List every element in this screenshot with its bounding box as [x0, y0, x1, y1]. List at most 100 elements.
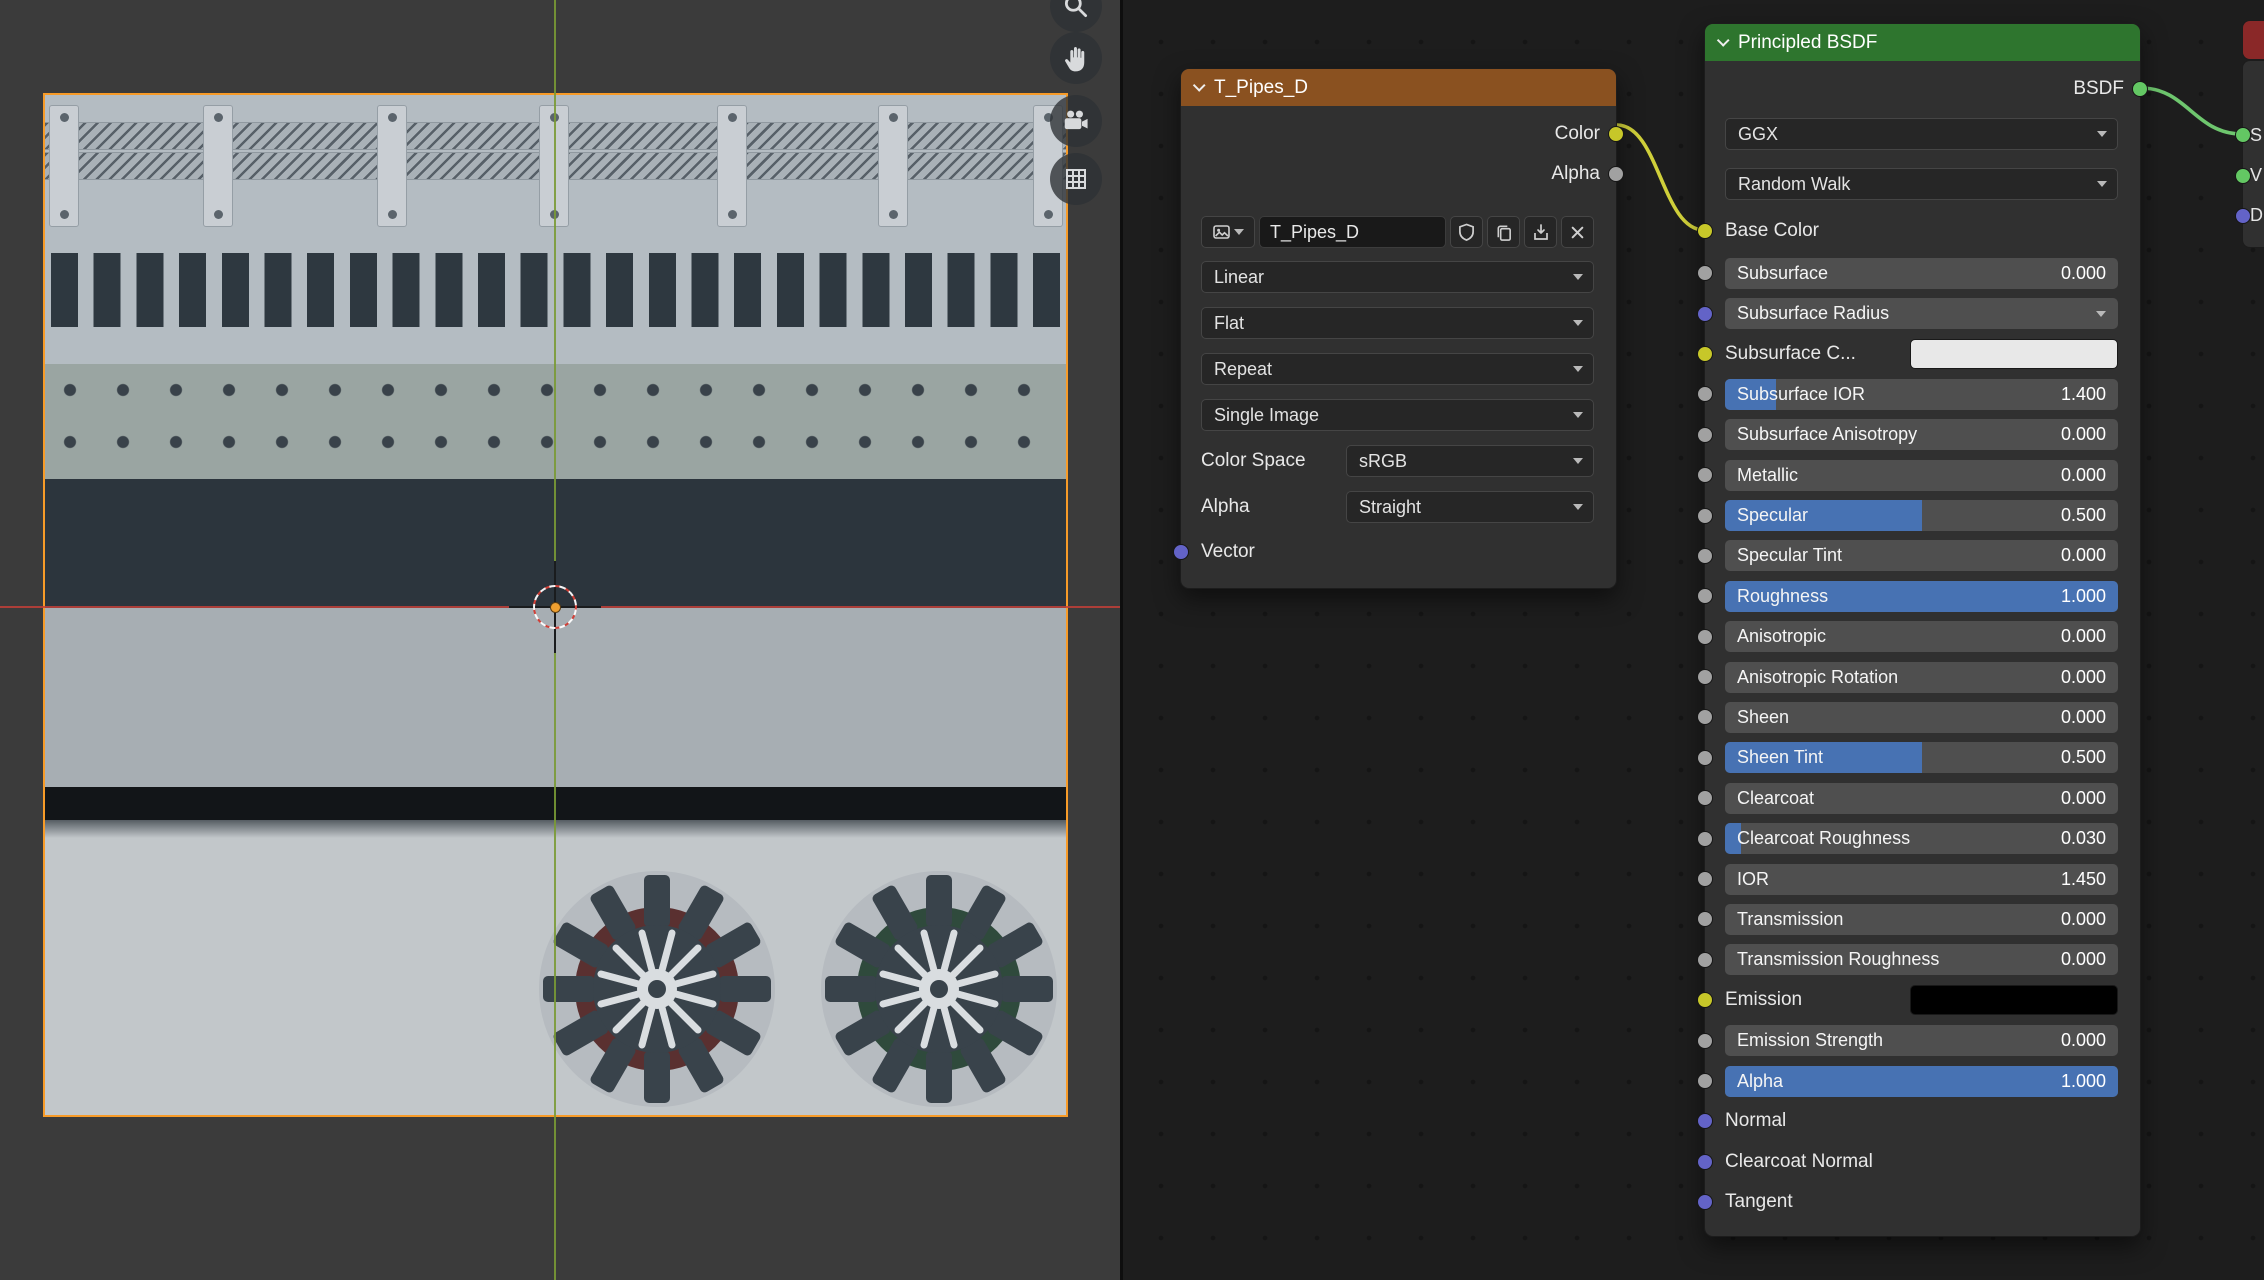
clearcoat-input-socket[interactable]	[1697, 790, 1713, 806]
subsurface-input-socket[interactable]	[1697, 265, 1713, 281]
anisotropic-rotation-input-socket[interactable]	[1697, 669, 1713, 685]
output-input-socket[interactable]	[2235, 127, 2251, 143]
alpha-slider[interactable]: Alpha1.000	[1725, 1066, 2118, 1097]
grid-toggle-button[interactable]	[1050, 153, 1102, 205]
projection-dropdown[interactable]: Flat	[1201, 307, 1594, 339]
sheen-tint-slider[interactable]: Sheen Tint0.500	[1725, 742, 2118, 773]
pack-image-button[interactable]	[1524, 216, 1557, 248]
material-output-node-header[interactable]	[2242, 20, 2264, 60]
alpha-input-socket[interactable]	[1697, 1073, 1713, 1089]
image-texture-node-header[interactable]: T_Pipes_D	[1181, 69, 1616, 106]
dropdown-value: Repeat	[1214, 359, 1272, 380]
subsurface-method-dropdown[interactable]: Random Walk	[1725, 168, 2118, 200]
subsurface-slider[interactable]: Subsurface0.000	[1725, 258, 2118, 289]
clearcoat-roughness-input-socket[interactable]	[1697, 831, 1713, 847]
normal-input-socket[interactable]	[1697, 1113, 1713, 1129]
emission-color-swatch[interactable]	[1910, 985, 2118, 1015]
shader-node-editor[interactable]: T_Pipes_D Color Alpha	[1123, 0, 2264, 1280]
emission-strength-slider[interactable]: Emission Strength0.000	[1725, 1025, 2118, 1056]
link-color-to-basecolor[interactable]	[1617, 125, 1704, 230]
collapse-chevron-icon[interactable]	[1717, 34, 1730, 47]
distribution-dropdown[interactable]: GGX	[1725, 118, 2118, 150]
specular-slider[interactable]: Specular0.500	[1725, 500, 2118, 531]
alpha-mode-dropdown[interactable]: Straight	[1346, 491, 1594, 523]
extension-dropdown[interactable]: Repeat	[1201, 353, 1594, 385]
subsurface-radius-dropdown[interactable]: Subsurface Radius	[1725, 298, 2118, 329]
param-value: 0.000	[2061, 909, 2106, 930]
link-bsdf-to-surface[interactable]	[2141, 88, 2242, 134]
subsurface-ior-slider[interactable]: Subsurface IOR1.400	[1725, 379, 2118, 410]
output-label: BSDF	[2073, 78, 2124, 100]
image-texture-node[interactable]: T_Pipes_D Color Alpha	[1180, 68, 1617, 589]
texture-plate	[717, 105, 747, 227]
subsurface-method-row: Random Walk	[1705, 159, 2140, 209]
color-output-socket[interactable]	[1608, 126, 1624, 142]
color-space-label: Color Space	[1201, 450, 1346, 472]
roughness-input-socket[interactable]	[1697, 588, 1713, 604]
camera-view-button[interactable]	[1050, 95, 1102, 147]
transmission-roughness-input-socket[interactable]	[1697, 952, 1713, 968]
transmission-slider[interactable]: Transmission0.000	[1725, 904, 2118, 935]
sheen-input-socket[interactable]	[1697, 709, 1713, 725]
vector-input-socket[interactable]	[1173, 544, 1189, 560]
emission-input-socket[interactable]	[1697, 992, 1713, 1008]
dropdown-value: Linear	[1214, 267, 1264, 288]
transmission-roughness-slider[interactable]: Transmission Roughness0.000	[1725, 944, 2118, 975]
collapse-chevron-icon[interactable]	[1193, 79, 1206, 92]
output-input-socket[interactable]	[2235, 208, 2251, 224]
principled-bsdf-node-header[interactable]: Principled BSDF	[1705, 24, 2140, 61]
image-name-field[interactable]	[1259, 216, 1446, 248]
image-editor[interactable]	[0, 0, 1120, 1280]
specular-tint-slider[interactable]: Specular Tint0.000	[1725, 540, 2118, 571]
specular-input-socket[interactable]	[1697, 508, 1713, 524]
roughness-slider[interactable]: Roughness1.000	[1725, 581, 2118, 612]
subsurface-anisotropy-input-socket[interactable]	[1697, 427, 1713, 443]
browse-image-button[interactable]	[1201, 216, 1255, 248]
transmission-input-socket[interactable]	[1697, 911, 1713, 927]
pan-gizmo-button[interactable]	[1050, 32, 1102, 84]
param-value: 1.400	[2061, 384, 2106, 405]
zoom-gizmo-button[interactable]	[1050, 0, 1102, 32]
param-label: Clearcoat Roughness	[1737, 828, 1910, 849]
subsurface-c-input-socket[interactable]	[1697, 346, 1713, 362]
copy-icon	[1495, 223, 1513, 242]
source-dropdown[interactable]: Single Image	[1201, 399, 1594, 431]
bsdf-param-emission-strength: Emission Strength0.000	[1705, 1020, 2140, 1060]
emission-strength-input-socket[interactable]	[1697, 1033, 1713, 1049]
alpha-output-socket[interactable]	[1608, 166, 1624, 182]
sheen-slider[interactable]: Sheen0.000	[1725, 702, 2118, 733]
subsurface-ior-input-socket[interactable]	[1697, 386, 1713, 402]
copy-datablock-button[interactable]	[1487, 216, 1520, 248]
subsurface-c-color-swatch[interactable]	[1910, 339, 2118, 369]
bsdf-output-socket[interactable]	[2132, 81, 2148, 97]
clearcoat-slider[interactable]: Clearcoat0.000	[1725, 783, 2118, 814]
principled-bsdf-node[interactable]: Principled BSDF BSDF GGX Random Walk	[1704, 23, 2141, 1237]
color-space-dropdown[interactable]: sRGB	[1346, 445, 1594, 477]
ior-slider[interactable]: IOR1.450	[1725, 864, 2118, 895]
bsdf-param-transmission-roughness: Transmission Roughness0.000	[1705, 940, 2140, 980]
clearcoat-roughness-slider[interactable]: Clearcoat Roughness0.030	[1725, 823, 2118, 854]
param-value: 0.000	[2061, 707, 2106, 728]
output-input-socket[interactable]	[2235, 168, 2251, 184]
unlink-image-button[interactable]	[1561, 216, 1594, 248]
anisotropic-rotation-slider[interactable]: Anisotropic Rotation0.000	[1725, 662, 2118, 693]
subsurface-anisotropy-slider[interactable]: Subsurface Anisotropy0.000	[1725, 419, 2118, 450]
tangent-input-socket[interactable]	[1697, 1194, 1713, 1210]
ior-input-socket[interactable]	[1697, 871, 1713, 887]
subsurface-radius-input-socket[interactable]	[1697, 306, 1713, 322]
output-label: Color	[1555, 123, 1600, 145]
sheen-tint-input-socket[interactable]	[1697, 750, 1713, 766]
input-label: Normal	[1725, 1110, 1786, 1132]
anisotropic-input-socket[interactable]	[1697, 629, 1713, 645]
specular-tint-input-socket[interactable]	[1697, 548, 1713, 564]
fake-user-button[interactable]	[1450, 216, 1483, 248]
interpolation-dropdown[interactable]: Linear	[1201, 261, 1594, 293]
anisotropic-slider[interactable]: Anisotropic0.000	[1725, 621, 2118, 652]
metallic-slider[interactable]: Metallic0.000	[1725, 460, 2118, 491]
chevron-down-icon	[2097, 131, 2107, 137]
clearcoat-normal-input-socket[interactable]	[1697, 1154, 1713, 1170]
material-output-node[interactable]: SVD	[2242, 60, 2264, 248]
base-color-input-socket[interactable]	[1697, 223, 1713, 239]
metallic-input-socket[interactable]	[1697, 467, 1713, 483]
dropdown-value: Straight	[1359, 497, 1421, 518]
